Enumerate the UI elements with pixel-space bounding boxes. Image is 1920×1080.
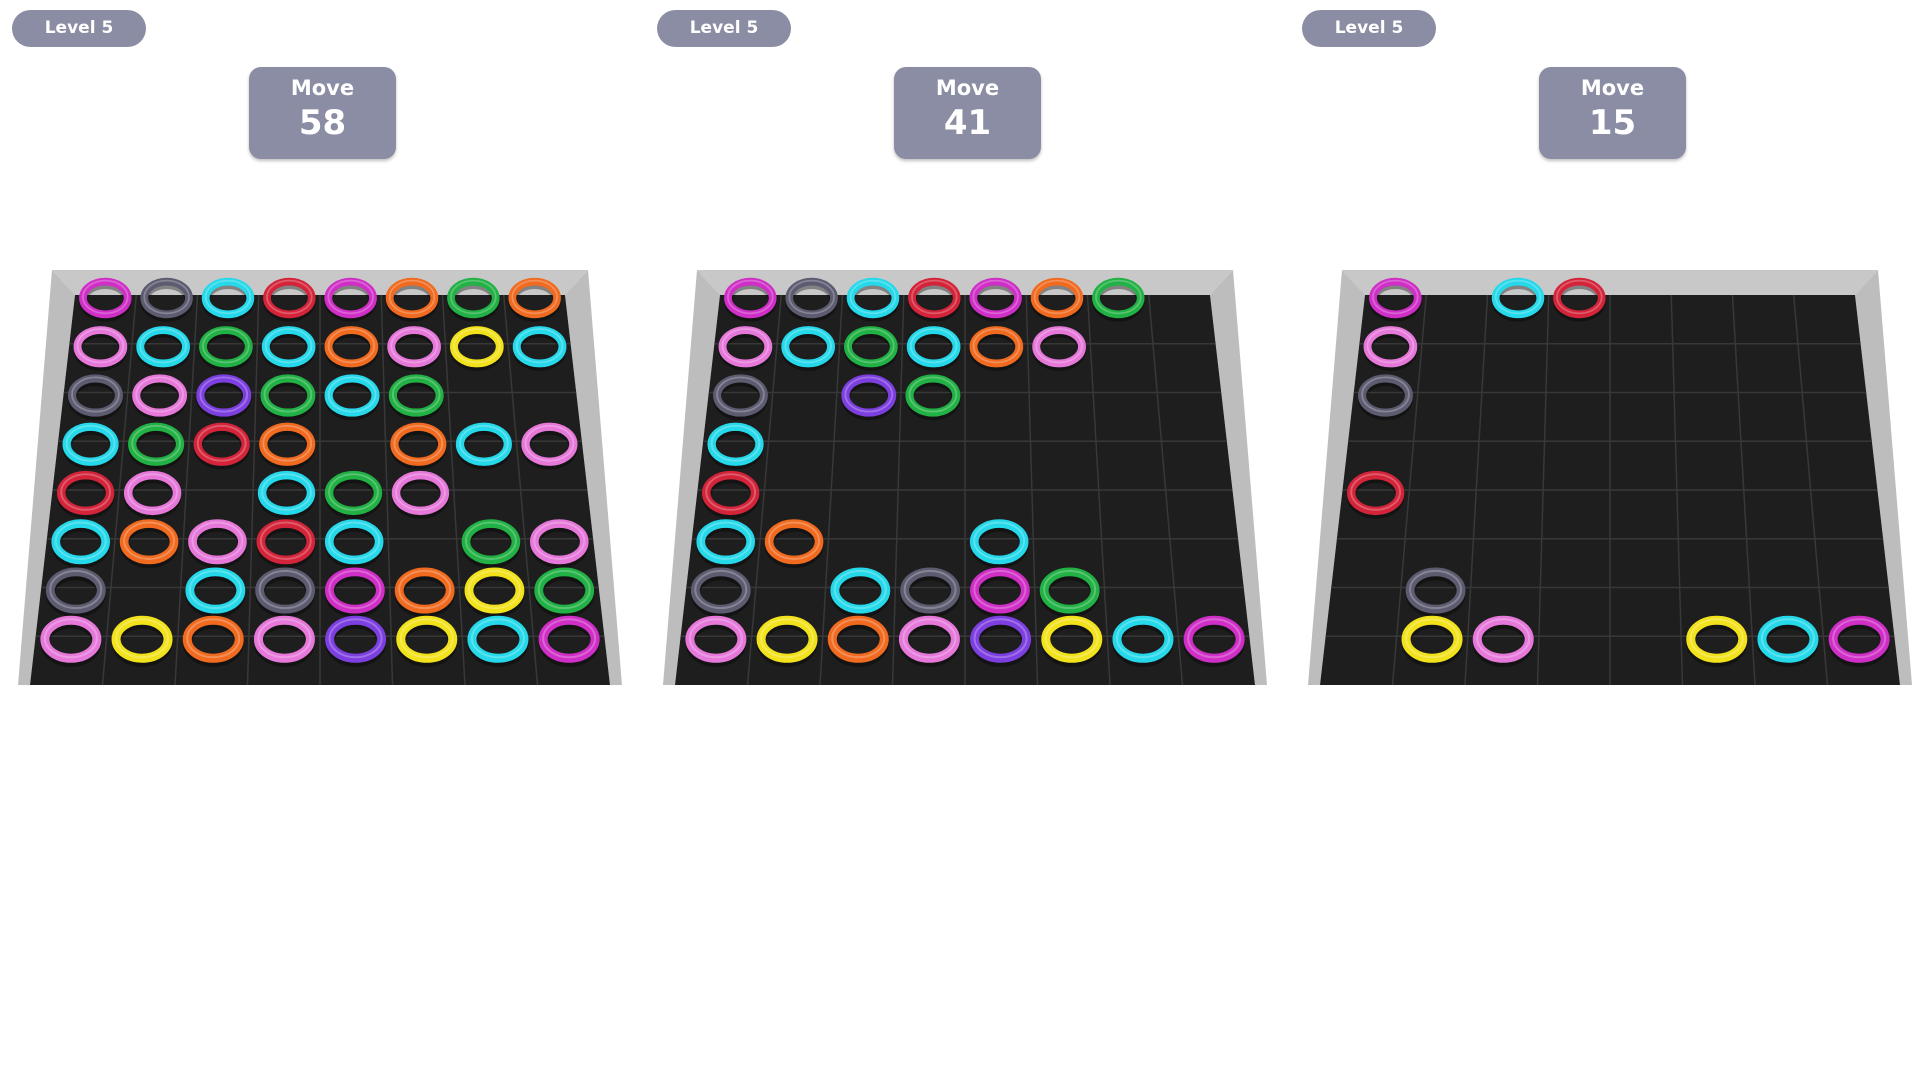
- move-label: Move: [935, 76, 1000, 100]
- game-board[interactable]: [1308, 265, 1912, 686]
- game-panel-3: Level 5 Move 15: [1290, 0, 1920, 1080]
- move-counter: Move 15: [1539, 67, 1686, 159]
- game-panel-2: Level 5 Move 41: [645, 0, 1285, 1080]
- move-label: Move: [290, 76, 355, 100]
- board-back-wall: [1342, 270, 1878, 295]
- game-screen: Level 5 Move 58 Level 5 Move 41 Level 5 …: [0, 0, 1920, 1080]
- move-count: 41: [943, 103, 992, 143]
- game-board[interactable]: [18, 265, 622, 686]
- level-badge: Level 5: [12, 10, 146, 47]
- level-badge: Level 5: [657, 10, 791, 47]
- board-back-wall: [52, 270, 588, 295]
- board-back-wall: [697, 270, 1233, 295]
- move-count: 15: [1588, 103, 1637, 143]
- level-badge: Level 5: [1302, 10, 1436, 47]
- game-board[interactable]: [663, 265, 1267, 686]
- move-counter: Move 41: [894, 67, 1041, 159]
- move-count: 58: [298, 103, 347, 143]
- move-label: Move: [1580, 76, 1645, 100]
- game-panel-1: Level 5 Move 58: [0, 0, 640, 1080]
- move-counter: Move 58: [249, 67, 396, 159]
